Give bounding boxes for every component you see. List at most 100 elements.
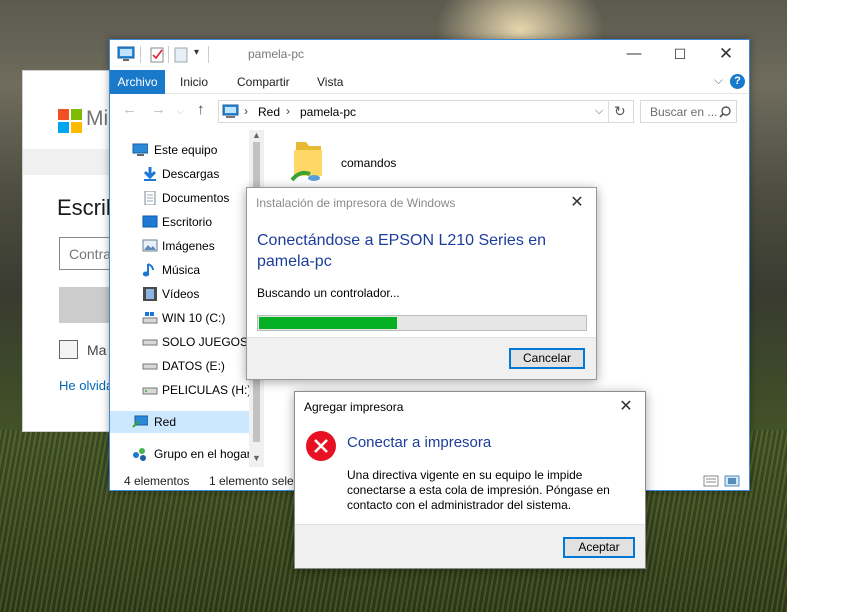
nav-item-descargas[interactable]: Descargas	[110, 163, 249, 185]
computer-icon	[117, 46, 135, 61]
nav-item-escritorio[interactable]: Escritorio	[110, 211, 249, 233]
remember-checkbox[interactable]	[59, 340, 78, 359]
nav-label: PELICULAS (H:)	[162, 383, 249, 397]
removable-drive-icon	[142, 387, 158, 395]
search-placeholder: Buscar en ...	[650, 105, 718, 119]
search-input[interactable]: Buscar en ...	[640, 100, 737, 123]
nav-label: Música	[162, 263, 201, 277]
address-bar[interactable]: › Red › pamela-pc ⌵ ↻	[218, 100, 634, 123]
expand-ribbon-icon[interactable]: ⌵	[714, 73, 723, 88]
close-icon[interactable]: ✕	[613, 395, 639, 419]
nav-item-imagenes[interactable]: Imágenes	[110, 235, 249, 257]
close-button[interactable]: ✕	[703, 40, 749, 70]
dialog-footer: Aceptar	[295, 524, 645, 568]
status-text: Buscando un controlador...	[257, 286, 400, 300]
help-icon[interactable]: ?	[730, 74, 745, 89]
quick-access-dropdown-icon[interactable]: ▾	[194, 47, 199, 64]
breadcrumb-separator-icon: ›	[244, 104, 248, 118]
nav-label: DATOS (E:)	[162, 359, 225, 373]
maximize-button[interactable]: ☐	[657, 40, 703, 70]
connection-heading: Conectándose a EPSON L210 Series en pame…	[257, 232, 547, 270]
item-label: comandos	[341, 156, 397, 170]
back-arrow-icon[interactable]: ←	[122, 101, 137, 118]
progress-fill	[259, 317, 397, 329]
address-row: ← → ⌵ ↑ › Red › pamela-pc ⌵ ↻ Buscar en …	[110, 97, 749, 127]
nav-label: Vídeos	[162, 287, 200, 301]
network-icon	[132, 415, 148, 428]
accept-button[interactable]: Aceptar	[563, 537, 635, 558]
address-dropdown-icon[interactable]: ⌵	[595, 105, 603, 118]
address-divider	[608, 101, 609, 122]
pictures-icon	[142, 239, 158, 252]
desktop-icon	[142, 215, 158, 228]
tab-compartir[interactable]: Compartir	[237, 70, 290, 94]
nav-item-videos[interactable]: Vídeos	[110, 283, 249, 305]
forgot-password-link[interactable]: He olvida	[59, 378, 109, 393]
ribbon-tabs: Archivo Inicio Compartir Vista ⌵ ?	[110, 70, 749, 94]
nav-item-este-equipo[interactable]: Este equipo	[110, 139, 249, 161]
view-toggle	[703, 475, 741, 490]
this-pc-icon	[132, 143, 148, 156]
nav-item-red[interactable]: Red	[110, 411, 249, 433]
nav-label: Documentos	[162, 191, 230, 205]
quick-access-divider	[140, 46, 141, 63]
tab-vista[interactable]: Vista	[317, 70, 343, 94]
nav-label: Escritorio	[162, 215, 213, 229]
nav-label: Grupo en el hogar	[154, 447, 249, 461]
nav-item-solo-juegos[interactable]: SOLO JUEGOS (	[110, 331, 249, 353]
item-count: 4 elementos	[124, 474, 190, 488]
navigation-pane: Este equipo Descargas Documentos Escrito…	[110, 130, 264, 467]
new-folder-icon[interactable]	[174, 46, 188, 63]
videos-icon	[143, 287, 157, 301]
quick-access-divider	[168, 46, 169, 63]
add-printer-dialog: Agregar impresora ✕ Conectar a impresora…	[294, 391, 646, 569]
password-input[interactable]: Contra	[59, 237, 109, 270]
tab-inicio[interactable]: Inicio	[180, 70, 208, 94]
nav-item-datos-e[interactable]: DATOS (E:)	[110, 355, 249, 377]
shared-folder-icon	[290, 142, 322, 182]
nav-item-peliculas-h[interactable]: PELICULAS (H:)	[110, 379, 249, 401]
nav-label: SOLO JUEGOS (	[162, 335, 249, 349]
nav-item-win10-c[interactable]: WIN 10 (C:)	[110, 307, 249, 329]
nav-label: Imágenes	[162, 239, 215, 253]
dialog-footer: Cancelar	[247, 337, 596, 379]
explorer-titlebar: ▾ pamela-pc — ☐ ✕	[110, 40, 749, 70]
recent-locations-icon[interactable]: ⌵	[177, 106, 184, 117]
minimize-button[interactable]: —	[611, 40, 657, 70]
login-header-bar	[23, 149, 109, 175]
printer-install-dialog: Instalación de impresora de Windows ✕ Co…	[246, 187, 597, 380]
documents-icon	[144, 191, 156, 205]
breadcrumb-pamela-pc[interactable]: pamela-pc	[300, 105, 356, 119]
forward-arrow-icon[interactable]: →	[151, 101, 166, 118]
properties-icon[interactable]	[150, 46, 164, 63]
microsoft-logo-icon	[58, 109, 82, 133]
close-icon[interactable]: ✕	[564, 191, 590, 215]
nav-item-documentos[interactable]: Documentos	[110, 187, 249, 209]
window-title: pamela-pc	[248, 47, 305, 61]
scroll-up-icon[interactable]: ▲	[252, 130, 261, 140]
up-arrow-icon[interactable]: ↑	[197, 101, 205, 118]
nav-item-musica[interactable]: Música	[110, 259, 249, 281]
details-view-icon[interactable]	[703, 475, 741, 487]
scroll-down-icon[interactable]: ▼	[252, 453, 261, 463]
error-message: Una directiva vigente en su equipo le im…	[347, 468, 610, 512]
nav-label: Descargas	[162, 167, 220, 181]
sign-in-button[interactable]	[59, 287, 109, 323]
nav-label: WIN 10 (C:)	[162, 311, 226, 325]
music-icon	[142, 263, 154, 277]
nav-item-grupo-hogar[interactable]: Grupo en el hogar	[110, 443, 249, 465]
search-icon	[719, 106, 731, 118]
breadcrumb-separator-icon: ›	[286, 104, 290, 118]
breadcrumb-red[interactable]: Red	[258, 105, 280, 119]
dialog-title: Instalación de impresora de Windows	[256, 196, 456, 210]
network-location-icon	[222, 104, 239, 118]
microsoft-login-window: Mi Escrib Contra Ma He olvida	[22, 70, 110, 432]
microsoft-brand-text: Mi	[86, 107, 109, 130]
drive-icon	[142, 339, 158, 346]
progress-bar	[257, 315, 587, 331]
homegroup-icon	[133, 448, 146, 461]
tab-archivo[interactable]: Archivo	[110, 70, 165, 94]
error-heading: Conectar a impresora	[347, 434, 492, 451]
cancel-button[interactable]: Cancelar	[509, 348, 585, 369]
refresh-icon[interactable]: ↻	[614, 103, 626, 120]
